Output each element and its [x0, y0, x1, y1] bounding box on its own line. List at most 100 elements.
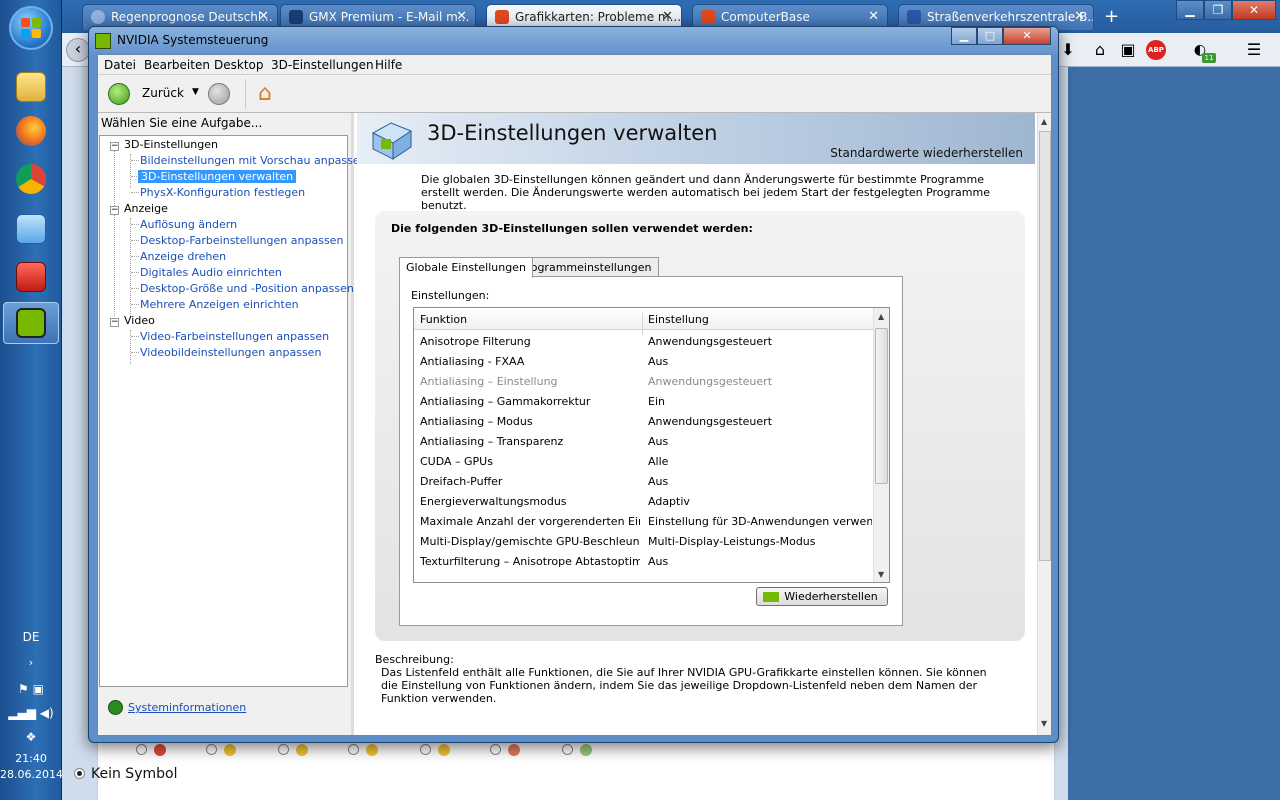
- restore-button[interactable]: Wiederherstellen: [756, 587, 888, 606]
- taskbar-toolbox[interactable]: [3, 256, 59, 298]
- taskbar-explorer[interactable]: [3, 66, 59, 108]
- list-row[interactable]: Antialiasing – Modus Anwendungsgesteuert: [414, 412, 874, 432]
- list-row[interactable]: Texturfilterung – Anisotrope Abtastoptim…: [414, 552, 874, 572]
- adblock-icon[interactable]: ABP: [1146, 40, 1166, 60]
- menu-3d-einstellungen[interactable]: 3D-Einstellungen: [271, 58, 374, 72]
- tab-global-settings[interactable]: Globale Einstellungen: [399, 257, 533, 278]
- radio-button[interactable]: [490, 744, 501, 755]
- tab-close-icon[interactable]: ✕: [258, 9, 269, 24]
- radio-button-selected[interactable]: [74, 768, 85, 779]
- tree-item-videobild[interactable]: Videobildeinstellungen anpassen: [140, 346, 321, 359]
- menu-bearbeiten[interactable]: Bearbeiten: [144, 58, 210, 72]
- tree-group-anzeige[interactable]: Anzeige: [124, 202, 168, 215]
- radio-button[interactable]: [348, 744, 359, 755]
- minimize-icon[interactable]: ▁: [951, 27, 977, 45]
- tab-close-icon[interactable]: ✕: [868, 9, 879, 24]
- back-icon[interactable]: ‹: [66, 38, 90, 62]
- list-row[interactable]: Antialiasing - FXAA Aus: [414, 352, 874, 372]
- row-setting[interactable]: Aus: [648, 555, 872, 568]
- collapse-icon[interactable]: −: [110, 206, 119, 215]
- tree-group-video[interactable]: Video: [124, 314, 155, 327]
- tree-item-anzeige-drehen[interactable]: Anzeige drehen: [140, 250, 226, 263]
- tray-dropbox-icon[interactable]: ❖: [0, 730, 62, 744]
- row-setting[interactable]: Aus: [648, 355, 872, 368]
- collapse-icon[interactable]: −: [110, 318, 119, 327]
- list-row[interactable]: Maximale Anzahl der vorgerenderten Einz.…: [414, 512, 874, 532]
- scroll-down-icon[interactable]: ▼: [878, 570, 884, 579]
- row-setting[interactable]: Anwendungsgesteuert: [648, 335, 872, 348]
- tree-group-3d[interactable]: 3D-Einstellungen: [124, 138, 218, 151]
- tab-program-settings[interactable]: Programmeinstellungen: [513, 257, 659, 277]
- list-row[interactable]: Dreifach-Puffer Aus: [414, 472, 874, 492]
- list-row[interactable]: Multi-Display/gemischte GPU-Beschleunigu…: [414, 532, 874, 552]
- home-icon[interactable]: ⌂: [1090, 40, 1110, 60]
- tray-network-volume-icon[interactable]: ▂▄▆ ◀): [0, 706, 62, 720]
- row-setting[interactable]: Alle: [648, 455, 872, 468]
- scroll-down-icon[interactable]: ▼: [1041, 719, 1047, 728]
- content-scrollbar[interactable]: ▲ ▼: [1037, 113, 1051, 735]
- row-setting[interactable]: Ein: [648, 395, 872, 408]
- list-row[interactable]: Antialiasing – Transparenz Aus: [414, 432, 874, 452]
- back-button-label[interactable]: Zurück: [142, 86, 184, 100]
- system-information-link[interactable]: Systeminformationen: [108, 700, 246, 715]
- restore-defaults-link[interactable]: Standardwerte wiederherstellen: [830, 146, 1023, 160]
- radio-button[interactable]: [562, 744, 573, 755]
- close-icon[interactable]: ✕: [1003, 27, 1051, 45]
- radio-button[interactable]: [278, 744, 289, 755]
- column-function[interactable]: Funktion: [420, 313, 467, 326]
- list-scrollbar[interactable]: ▲ ▼: [873, 308, 889, 582]
- scroll-thumb[interactable]: [875, 328, 888, 484]
- language-indicator[interactable]: DE: [0, 630, 62, 644]
- taskbar-chrome[interactable]: [3, 158, 59, 200]
- list-row[interactable]: Antialiasing – Gammakorrektur Ein: [414, 392, 874, 412]
- tab-close-icon[interactable]: ✕: [1074, 9, 1085, 24]
- radio-button[interactable]: [206, 744, 217, 755]
- taskbar-firefox[interactable]: [3, 110, 59, 152]
- home-icon[interactable]: ⌂: [258, 81, 272, 106]
- menu-desktop[interactable]: Desktop: [214, 58, 264, 72]
- menu-icon[interactable]: ☰: [1244, 40, 1264, 60]
- tab-close-icon[interactable]: ✕: [662, 9, 673, 24]
- row-setting[interactable]: Anwendungsgesteuert: [648, 375, 872, 388]
- clock-date[interactable]: 28.06.2014: [0, 768, 63, 781]
- list-row[interactable]: CUDA – GPUs Alle: [414, 452, 874, 472]
- scroll-up-icon[interactable]: ▲: [878, 312, 884, 321]
- tree-item-bildeinstellungen[interactable]: Bildeinstellungen mit Vorschau anpassen: [140, 154, 367, 167]
- taskbar-nvidia[interactable]: [3, 302, 59, 344]
- tree-item-farbeinstellungen[interactable]: Desktop-Farbeinstellungen anpassen: [140, 234, 343, 247]
- tree-item-groesse-position[interactable]: Desktop-Größe und -Position anpassen: [140, 282, 354, 295]
- collapse-icon[interactable]: −: [110, 142, 119, 151]
- tree-item-video-farbe[interactable]: Video-Farbeinstellungen anpassen: [140, 330, 329, 343]
- clipboard-icon[interactable]: ▣: [1118, 40, 1138, 60]
- scroll-thumb[interactable]: [1039, 131, 1051, 561]
- tree-item-mehrere-anzeigen[interactable]: Mehrere Anzeigen einrichten: [140, 298, 299, 311]
- list-row[interactable]: Anisotrope Filterung Anwendungsgesteuert: [414, 332, 874, 352]
- back-dropdown-icon[interactable]: ▼: [192, 87, 199, 97]
- row-setting[interactable]: Einstellung für 3D-Anwendungen verwenden: [648, 515, 872, 528]
- row-setting[interactable]: Multi-Display-Leistungs-Modus: [648, 535, 872, 548]
- close-icon[interactable]: ✕: [1232, 0, 1276, 20]
- clock-time[interactable]: 21:40: [0, 752, 62, 765]
- tab-close-icon[interactable]: ✕: [456, 9, 467, 24]
- menu-hilfe[interactable]: Hilfe: [375, 58, 402, 72]
- new-tab-button[interactable]: +: [1104, 6, 1119, 27]
- maximize-icon[interactable]: ❐: [1204, 0, 1232, 20]
- radio-button[interactable]: [420, 744, 431, 755]
- back-arrow-icon[interactable]: [108, 83, 130, 105]
- no-symbol-option[interactable]: Kein Symbol: [74, 766, 177, 782]
- forward-arrow-icon[interactable]: [208, 83, 230, 105]
- row-setting[interactable]: Aus: [648, 475, 872, 488]
- tree-item-3d-verwalten[interactable]: 3D-Einstellungen verwalten: [138, 170, 297, 183]
- scroll-up-icon[interactable]: ▲: [1041, 117, 1047, 126]
- row-setting[interactable]: Adaptiv: [648, 495, 872, 508]
- list-row[interactable]: Energieverwaltungsmodus Adaptiv: [414, 492, 874, 512]
- tree-item-audio[interactable]: Digitales Audio einrichten: [140, 266, 282, 279]
- column-setting[interactable]: Einstellung: [648, 313, 709, 326]
- radio-button[interactable]: [136, 744, 147, 755]
- list-row[interactable]: Antialiasing – Einstellung Anwendungsgest…: [414, 372, 874, 392]
- menu-datei[interactable]: Datei: [104, 58, 136, 72]
- taskbar-control-panel[interactable]: [3, 208, 59, 250]
- maximize-icon[interactable]: □: [977, 27, 1003, 45]
- minimize-icon[interactable]: ▁: [1176, 0, 1204, 20]
- tree-item-aufloesung[interactable]: Auflösung ändern: [140, 218, 237, 231]
